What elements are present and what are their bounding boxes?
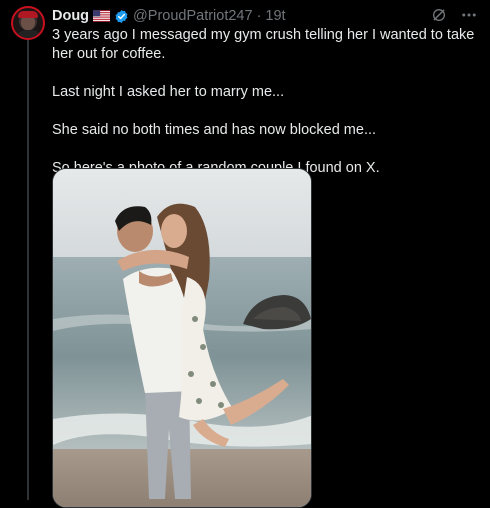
verified-badge-icon[interactable] xyxy=(114,9,129,24)
grok-icon[interactable] xyxy=(430,6,448,24)
avatar[interactable] xyxy=(11,6,45,40)
grok-glyph xyxy=(433,9,445,21)
thread-connector-line xyxy=(27,40,29,500)
us-flag-icon xyxy=(93,10,111,22)
separator-dot: · xyxy=(256,8,262,24)
avatar-body-shape xyxy=(16,30,42,38)
tweet-top-actions xyxy=(430,6,478,24)
tweet-timestamp[interactable]: 19t xyxy=(265,8,285,24)
couple-beach-photo xyxy=(53,169,311,507)
tweet-paragraph: 3 years ago I messaged my gym crush tell… xyxy=(52,27,475,62)
more-dots-glyph xyxy=(462,13,476,17)
avatar-hat-shape xyxy=(18,11,38,18)
author-name[interactable]: Doug xyxy=(52,8,89,24)
tweet-photo[interactable] xyxy=(52,168,312,508)
tweet-paragraph: Last night I asked her to marry me... xyxy=(52,84,285,100)
tweet-paragraph: She said no both times and has now block… xyxy=(52,122,377,138)
tweet-header: Doug @ProudPatriot247 · 19t xyxy=(52,7,286,25)
author-handle[interactable]: @ProudPatriot247 xyxy=(133,8,253,24)
more-options-icon[interactable] xyxy=(460,6,478,24)
